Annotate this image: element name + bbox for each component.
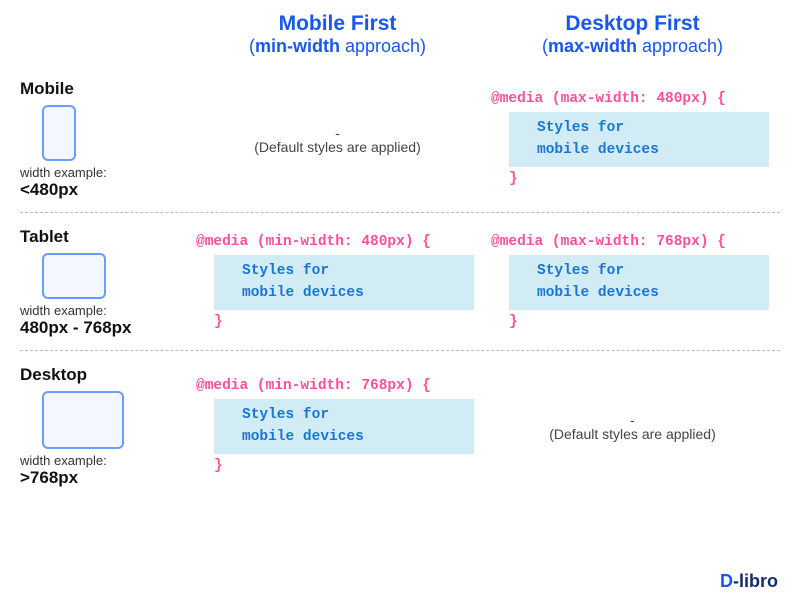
closing-brace: } <box>196 458 223 474</box>
logo-d: D <box>720 571 733 591</box>
cell-mobile-desktopfirst: @media (max-width: 480px) { Styles for m… <box>485 89 780 189</box>
cell-tablet-desktopfirst: @media (max-width: 768px) { Styles for m… <box>485 232 780 332</box>
closing-brace: } <box>196 314 223 330</box>
width-label-mobile: width example: <box>20 165 190 180</box>
closing-brace: } <box>491 171 518 187</box>
code-snippet: @media (min-width: 480px) { Styles for m… <box>196 232 479 332</box>
width-value-mobile: <480px <box>20 180 190 200</box>
default-styles-note: - (Default styles are applied) <box>491 412 774 442</box>
width-value-desktop: >768px <box>20 468 190 488</box>
device-icon-wrap-desktop <box>42 391 190 449</box>
cell-desktop-desktopfirst: - (Default styles are applied) <box>485 412 780 442</box>
closing-brace: } <box>491 314 518 330</box>
device-icon-wrap-mobile <box>42 105 190 161</box>
header-desktop-first: Desktop First (max-width approach) <box>485 12 780 57</box>
row-tablet-left: Tablet width example: 480px - 768px <box>20 227 190 338</box>
device-label-tablet: Tablet <box>20 227 190 247</box>
code-snippet: @media (max-width: 480px) { Styles for m… <box>491 89 774 189</box>
row-mobile-left: Mobile width example: <480px <box>20 79 190 200</box>
header-spacer <box>20 12 190 57</box>
code-snippet: @media (max-width: 768px) { Styles for m… <box>491 232 774 332</box>
row-desktop-left: Desktop width example: >768px <box>20 365 190 488</box>
header-sub-desktop-first: (max-width approach) <box>485 36 780 57</box>
column-headers: Mobile First (min-width approach) Deskto… <box>20 12 780 57</box>
styles-box: Styles for mobile devices <box>509 112 769 166</box>
media-query-line: @media (min-width: 768px) { <box>196 378 431 394</box>
row-mobile: Mobile width example: <480px - (Default … <box>20 65 780 212</box>
cell-mobile-mobilefirst: - (Default styles are applied) <box>190 125 485 155</box>
header-sub-mobile-first: (min-width approach) <box>190 36 485 57</box>
logo-rest: -libro <box>733 571 778 591</box>
media-query-line: @media (max-width: 480px) { <box>491 91 726 107</box>
desktop-device-icon <box>42 391 124 449</box>
styles-box: Styles for mobile devices <box>509 255 769 309</box>
row-tablet: Tablet width example: 480px - 768px @med… <box>20 212 780 350</box>
mobile-device-icon <box>42 105 76 161</box>
header-mobile-first: Mobile First (min-width approach) <box>190 12 485 57</box>
device-label-desktop: Desktop <box>20 365 190 385</box>
cell-desktop-mobilefirst: @media (min-width: 768px) { Styles for m… <box>190 376 485 476</box>
tablet-device-icon <box>42 253 106 299</box>
device-label-mobile: Mobile <box>20 79 190 99</box>
header-title-mobile-first: Mobile First <box>190 12 485 36</box>
cell-tablet-mobilefirst: @media (min-width: 480px) { Styles for m… <box>190 232 485 332</box>
media-query-line: @media (min-width: 480px) { <box>196 234 431 250</box>
device-icon-wrap-tablet <box>42 253 190 299</box>
default-styles-note: - (Default styles are applied) <box>196 125 479 155</box>
brand-logo: D-libro <box>720 571 778 592</box>
width-value-tablet: 480px - 768px <box>20 318 190 338</box>
styles-box: Styles for mobile devices <box>214 399 474 453</box>
row-desktop: Desktop width example: >768px @media (mi… <box>20 350 780 500</box>
header-title-desktop-first: Desktop First <box>485 12 780 36</box>
width-label-tablet: width example: <box>20 303 190 318</box>
styles-box: Styles for mobile devices <box>214 255 474 309</box>
media-query-line: @media (max-width: 768px) { <box>491 234 726 250</box>
code-snippet: @media (min-width: 768px) { Styles for m… <box>196 376 479 476</box>
width-label-desktop: width example: <box>20 453 190 468</box>
